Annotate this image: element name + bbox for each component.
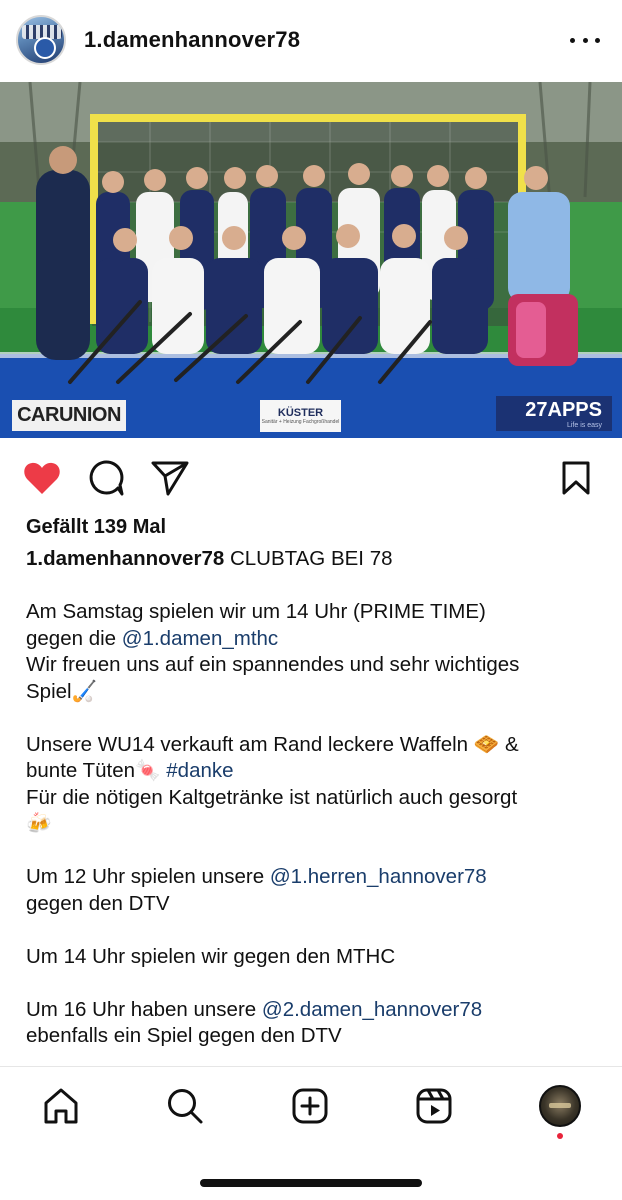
- mention-link[interactable]: @1.damen_mthc: [122, 627, 278, 650]
- caption-line: Um 14 Uhr spielen wir gegen den MTHC: [26, 944, 396, 968]
- reels-icon[interactable]: [413, 1085, 455, 1127]
- caption-line: Spiel🏑: [26, 679, 98, 703]
- send-icon[interactable]: [150, 458, 190, 498]
- bookmark-icon[interactable]: [556, 458, 596, 498]
- caption-line: Um 16 Uhr haben unsere: [26, 997, 257, 1021]
- post-header: 1.damenhannover78: [0, 0, 622, 80]
- caption-line: gegen die: [26, 626, 117, 650]
- post-photo[interactable]: CARUNION KÜSTER Sanitär + Heizung Fachgr…: [0, 82, 622, 438]
- caption-line: gegen den DTV: [26, 891, 170, 915]
- caption-username[interactable]: 1.damenhannover78: [26, 547, 224, 570]
- search-icon[interactable]: [164, 1085, 206, 1127]
- caption-line: 🍻: [26, 812, 52, 835]
- sponsor-carunion-logo: CARUNION: [12, 400, 126, 431]
- caption-line: Um 12 Uhr spielen unsere: [26, 865, 265, 888]
- caption-line: bunte Tüten🍬: [26, 759, 161, 782]
- bottom-navigation: [0, 1066, 622, 1156]
- caption-line: Am Samstag spielen wir um 14 Uhr (PRIME …: [26, 600, 486, 623]
- comment-icon[interactable]: [86, 458, 126, 498]
- caption-line: ebenfalls ein Spiel gegen den DTV: [26, 1024, 342, 1047]
- caption-title: CLUBTAG BEI 78: [229, 547, 393, 570]
- likes-count[interactable]: Gefällt 139 Mal: [26, 516, 166, 539]
- mention-link[interactable]: @1.herren_hannover78: [270, 865, 487, 888]
- more-options-icon[interactable]: [570, 28, 600, 52]
- mention-link[interactable]: @2.damen_hannover78: [262, 998, 482, 1021]
- create-post-icon[interactable]: [289, 1085, 331, 1127]
- heart-filled-icon[interactable]: [22, 458, 62, 498]
- caption-line: Für die nötigen Kaltgetränke ist natürli…: [26, 785, 518, 809]
- caption-line: Unsere WU14 verkauft am Rand leckere Waf…: [26, 732, 519, 756]
- team-photo-illustration: [0, 82, 622, 438]
- account-avatar[interactable]: [16, 15, 66, 65]
- avatar-club-logo: [34, 37, 56, 59]
- post-actions-bar: [0, 456, 622, 500]
- caption-line: Wir freuen uns auf ein spannendes und se…: [26, 653, 520, 676]
- home-icon[interactable]: [40, 1085, 82, 1127]
- sponsor-kuester-logo: KÜSTER Sanitär + Heizung Fachgroßhandel: [260, 400, 341, 432]
- home-indicator[interactable]: [200, 1179, 422, 1187]
- notification-dot: [557, 1133, 563, 1139]
- post-caption: 1.damenhannover78 CLUBTAG BEI 78 Am Sams…: [26, 546, 606, 1050]
- profile-avatar-icon: [539, 1085, 581, 1127]
- profile-tab[interactable]: [539, 1085, 581, 1127]
- hashtag-link[interactable]: #danke: [166, 759, 233, 782]
- account-username[interactable]: 1.damenhannover78: [84, 27, 300, 53]
- sponsor-27apps-logo: 27APPS Life is easy: [496, 396, 612, 431]
